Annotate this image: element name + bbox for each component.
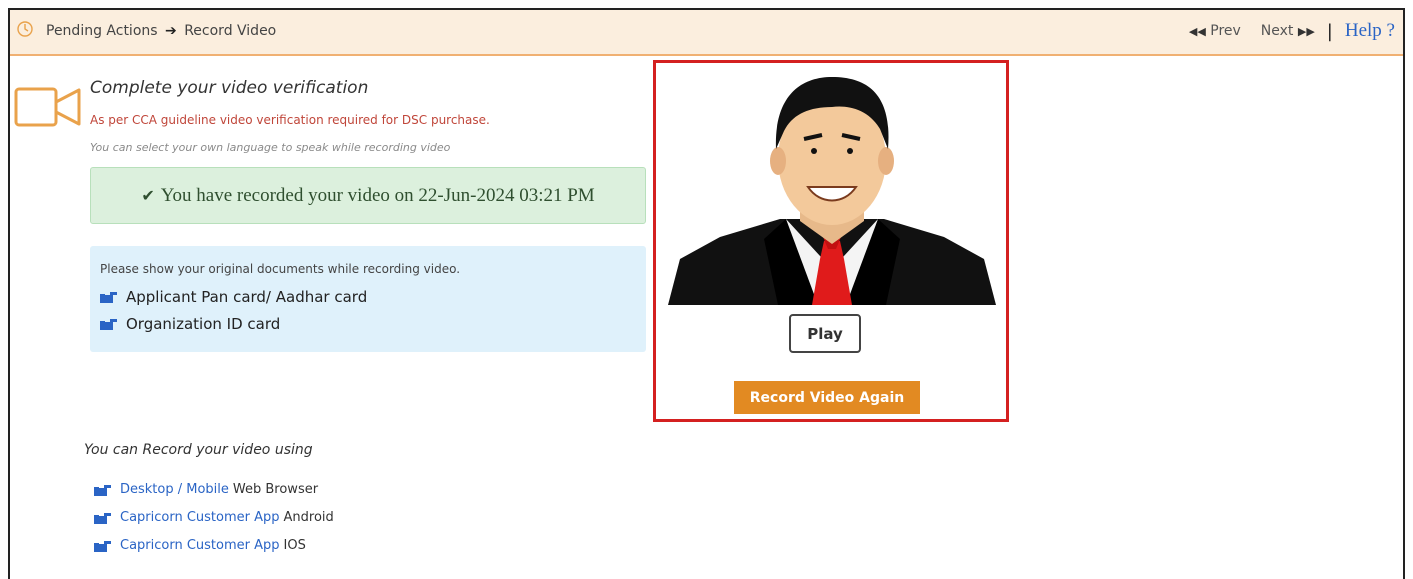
pointing-hand-icon (94, 540, 111, 552)
language-note: You can select your own language to spea… (90, 141, 451, 154)
cca-guideline-note: As per CCA guideline video verification … (90, 113, 490, 127)
pointing-hand-icon (94, 484, 111, 496)
avatar-illustration (668, 77, 996, 305)
arrow-right-icon: ➔ (165, 23, 177, 39)
double-left-icon: ◀◀ (1188, 25, 1206, 38)
document-label: Organization ID card (126, 315, 281, 333)
documents-info-box: Please show your original documents whil… (90, 246, 646, 352)
breadcrumb: Pending Actions ➔ Record Video (46, 23, 276, 39)
breadcrumb-current: Record Video (184, 23, 277, 39)
prev-button[interactable]: ◀◀ Prev (1189, 23, 1241, 39)
option-suffix: Android (283, 510, 334, 525)
double-right-icon: ▶▶ (1297, 25, 1315, 38)
breadcrumb-root[interactable]: Pending Actions (46, 23, 158, 39)
android-app-link[interactable]: Capricorn Customer App (120, 510, 280, 525)
page-title: Complete your video verification (90, 78, 369, 98)
list-item: Desktop / Mobile Web Browser (94, 482, 318, 497)
nav-divider: | (1326, 20, 1333, 42)
pointing-hand-icon (94, 512, 111, 524)
desktop-mobile-link[interactable]: Desktop / Mobile (120, 482, 229, 497)
list-item: Capricorn Customer App IOS (94, 538, 306, 553)
next-label: Next (1260, 23, 1294, 39)
pager-nav: ◀◀ Prev Next ▶▶ | Help ? (1189, 20, 1395, 42)
check-circle-icon: ✔ (141, 186, 155, 205)
success-message: You have recorded your video on 22-Jun-2… (160, 184, 595, 206)
list-item: Applicant Pan card/ Aadhar card (100, 288, 367, 306)
document-label: Applicant Pan card/ Aadhar card (126, 288, 368, 306)
pointing-hand-icon (100, 319, 117, 330)
documents-intro: Please show your original documents whil… (100, 262, 461, 276)
list-item: Organization ID card (100, 315, 280, 333)
video-camera-icon (14, 87, 81, 127)
record-video-again-button[interactable]: Record Video Again (734, 381, 920, 414)
play-button[interactable]: Play (789, 314, 861, 353)
option-suffix: Web Browser (232, 482, 319, 497)
option-suffix: IOS (283, 538, 306, 553)
page-frame: Pending Actions ➔ Record Video ◀◀ Prev N… (8, 8, 1405, 579)
list-item: Capricorn Customer App Android (94, 510, 334, 525)
video-preview-panel: Play Record Video Again (653, 60, 1009, 422)
pointing-hand-icon (100, 292, 117, 303)
next-button[interactable]: Next ▶▶ (1261, 23, 1315, 39)
ios-app-link[interactable]: Capricorn Customer App (120, 538, 280, 553)
top-bar: Pending Actions ➔ Record Video ◀◀ Prev N… (10, 10, 1403, 56)
clock-icon (17, 21, 33, 37)
help-link[interactable]: Help ? (1345, 20, 1395, 42)
record-options-title: You can Record your video using (84, 442, 313, 458)
success-alert: ✔ You have recorded your video on 22-Jun… (90, 167, 646, 224)
prev-label: Prev (1210, 23, 1241, 39)
